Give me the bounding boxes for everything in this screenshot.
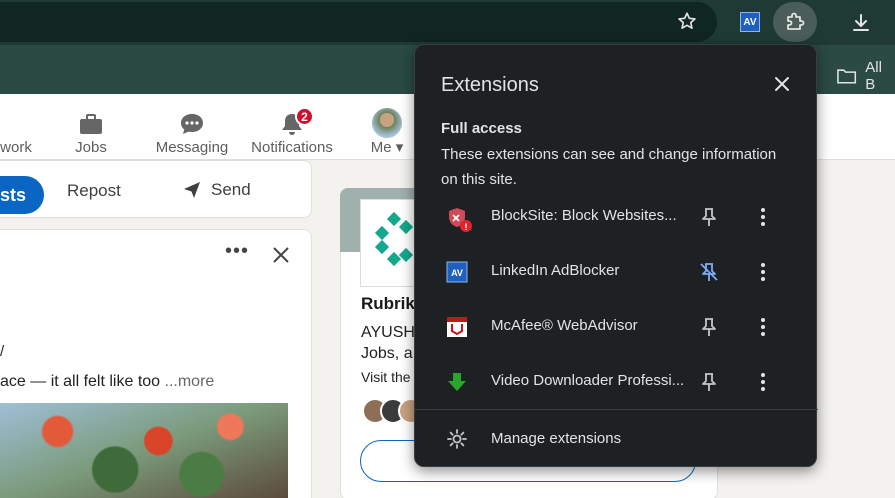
more-vert-icon[interactable] — [753, 206, 773, 228]
unpin-icon[interactable] — [699, 262, 719, 282]
message-icon — [178, 109, 206, 139]
more-vert-icon[interactable] — [753, 261, 773, 283]
extension-row-linkedin-adblocker[interactable]: AV LinkedIn AdBlocker — [415, 246, 818, 298]
bell-icon: 2 — [279, 107, 314, 139]
notification-badge: 2 — [295, 107, 314, 126]
post-actions-card — [0, 160, 312, 218]
popup-title: Extensions — [441, 74, 539, 96]
puzzle-icon — [787, 12, 805, 30]
extension-name: BlockSite: Block Websites... — [491, 207, 677, 224]
mcafee-icon — [446, 316, 468, 338]
nav-messaging[interactable]: Messaging — [152, 100, 232, 156]
close-icon[interactable] — [772, 74, 792, 94]
gear-icon — [446, 428, 468, 450]
company-name: Rubrik — [361, 294, 415, 313]
caret-down-icon: ▾ — [395, 139, 404, 156]
repost-button[interactable]: Repost — [67, 181, 121, 201]
send-button[interactable]: Send — [183, 180, 251, 200]
linkedin-adblocker-toolbar-icon[interactable]: AV — [740, 12, 760, 32]
close-icon[interactable] — [272, 246, 290, 269]
full-access-description: These extensions can see and change info… — [441, 146, 777, 188]
post-text: ace — it all felt like too ...more — [0, 373, 215, 390]
see-more-link[interactable]: ...more — [165, 373, 215, 390]
visit-text: Visit the — [361, 369, 411, 385]
bookmark-star-icon[interactable] — [676, 10, 698, 32]
nav-network[interactable]: work — [0, 100, 36, 156]
extensions-popup: Extensions Full access These extensions … — [414, 44, 818, 467]
browser-toolbar: AV — [0, 0, 895, 45]
download-arrow-icon — [446, 371, 468, 393]
av-icon: AV — [446, 261, 468, 283]
posts-button[interactable]: sts — [0, 176, 44, 214]
company-ad-text: AYUSH Jobs, a — [361, 324, 415, 362]
downloads-button[interactable] — [846, 8, 876, 38]
download-icon — [853, 14, 869, 31]
extension-row-mcafee[interactable]: McAfee® WebAdvisor — [415, 301, 818, 353]
avatar — [372, 108, 402, 138]
pin-icon[interactable] — [699, 207, 719, 227]
post-image[interactable] — [0, 403, 288, 498]
address-bar[interactable] — [0, 2, 717, 42]
blocksite-icon: ! — [446, 206, 472, 232]
post-menu-button[interactable]: ••• — [225, 240, 249, 263]
extension-name: Video Downloader Professi... — [491, 372, 685, 389]
extension-row-video-downloader[interactable]: Video Downloader Professi... — [415, 356, 818, 408]
manage-extensions-label: Manage extensions — [491, 430, 622, 447]
nav-jobs[interactable]: Jobs — [71, 100, 111, 156]
folder-icon — [837, 69, 857, 84]
svg-text:!: ! — [465, 222, 468, 232]
post-text-fragment: / — [0, 343, 5, 360]
send-icon — [184, 182, 200, 198]
pin-icon[interactable] — [699, 317, 719, 337]
all-bookmarks-folder[interactable]: All B — [836, 59, 895, 93]
svg-text:AV: AV — [451, 268, 463, 278]
extension-name: LinkedIn AdBlocker — [491, 262, 620, 279]
nav-me[interactable]: Me ▾ — [364, 100, 410, 156]
more-vert-icon[interactable] — [753, 371, 773, 393]
divider — [415, 409, 818, 410]
extensions-puzzle-button[interactable] — [773, 2, 817, 42]
nav-notifications[interactable]: 2 Notifications — [247, 100, 337, 156]
briefcase-icon — [78, 109, 104, 139]
extension-name: McAfee® WebAdvisor — [491, 317, 638, 334]
full-access-heading: Full access — [441, 120, 522, 137]
extension-row-blocksite[interactable]: ! BlockSite: Block Websites... — [415, 191, 818, 243]
pin-icon[interactable] — [699, 372, 719, 392]
manage-extensions-item[interactable]: Manage extensions — [415, 417, 818, 461]
more-vert-icon[interactable] — [753, 316, 773, 338]
